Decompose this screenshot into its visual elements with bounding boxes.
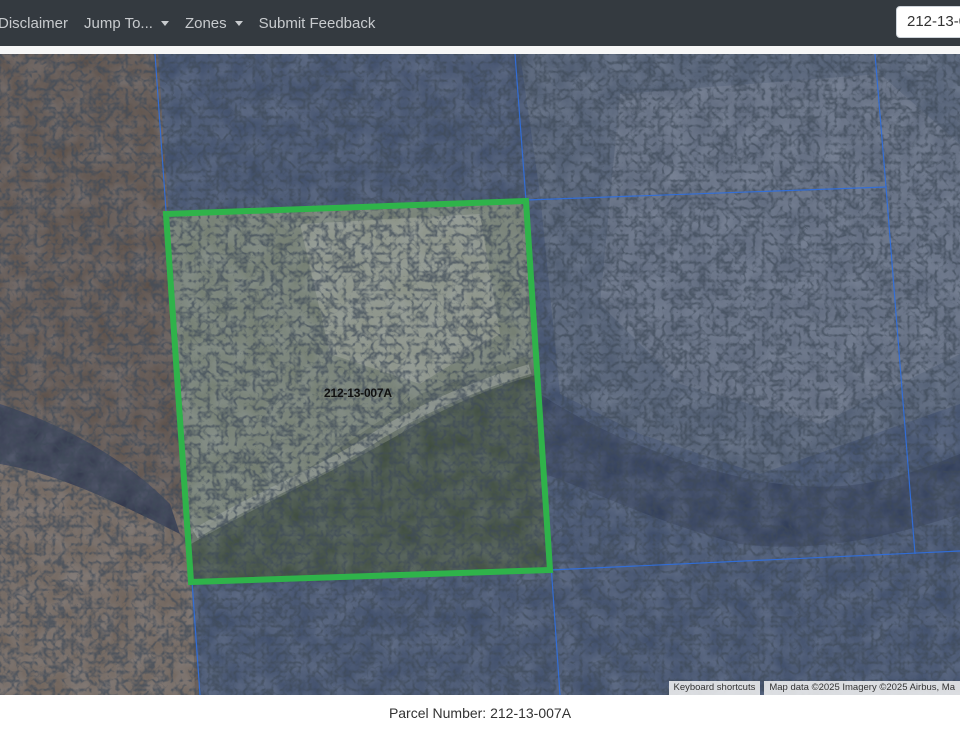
caret-down-icon: [235, 21, 243, 26]
nav-disclaimer[interactable]: Disclaimer: [0, 15, 76, 32]
map-attribution: Keyboard shortcuts Map data ©2025 Imager…: [669, 681, 960, 695]
parcel-map-label: 212-13-007A: [324, 386, 392, 400]
parcel-search-value: 212-13-0: [907, 13, 960, 30]
navbar-divider: [0, 46, 960, 54]
nav-submit-feedback[interactable]: Submit Feedback: [251, 15, 384, 32]
parcel-search-input[interactable]: 212-13-0: [896, 6, 960, 38]
keyboard-shortcuts-link[interactable]: Keyboard shortcuts: [669, 681, 761, 695]
top-navbar: Disclaimer Jump To... Zones Submit Feedb…: [0, 0, 960, 46]
parcel-number-text: Parcel Number: 212-13-007A: [389, 705, 571, 721]
nav-disclaimer-label: Disclaimer: [0, 15, 68, 32]
nav-zones-label: Zones: [185, 15, 227, 32]
parcel-footer: Parcel Number: 212-13-007A: [0, 695, 960, 720]
nav-submit-feedback-label: Submit Feedback: [259, 15, 376, 32]
nav-jump-to-label: Jump To...: [84, 15, 153, 32]
caret-down-icon: [161, 21, 169, 26]
satellite-map[interactable]: 212-13-007A Keyboard shortcuts Map data …: [0, 54, 960, 695]
satellite-imagery: [0, 54, 960, 695]
nav-jump-to-dropdown[interactable]: Jump To...: [76, 15, 177, 32]
nav-zones-dropdown[interactable]: Zones: [177, 15, 251, 32]
map-data-credits: Map data ©2025 Imagery ©2025 Airbus, Ma: [764, 681, 960, 695]
